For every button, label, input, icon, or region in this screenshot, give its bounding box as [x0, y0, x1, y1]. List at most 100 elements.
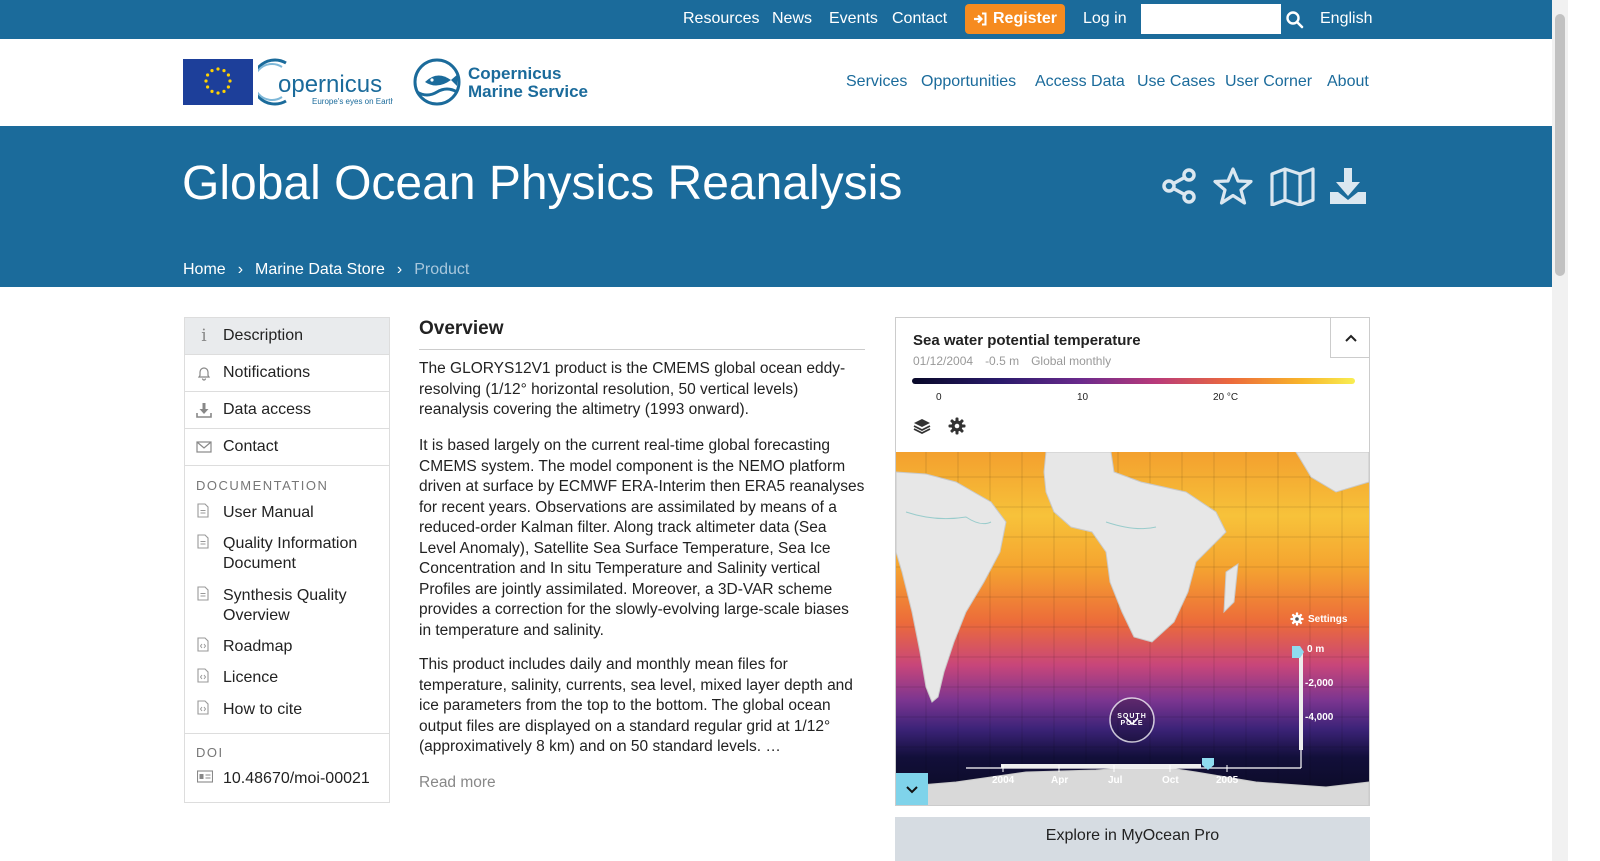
scrollbar-thumb[interactable] — [1555, 14, 1565, 276]
star-icon[interactable] — [1213, 166, 1253, 206]
sidebar-item-description[interactable]: i Description — [185, 318, 389, 355]
time-tick: 2005 — [1216, 775, 1239, 786]
product-hero: Global Ocean Physics Reanalysis Home › M… — [0, 126, 1552, 287]
doc-how-to-cite[interactable]: How to cite — [197, 700, 377, 721]
overview-heading: Overview — [419, 318, 504, 339]
doi-value[interactable]: 10.48670/moi-00021 — [196, 769, 377, 789]
sidebar-item-contact[interactable]: Contact — [185, 429, 389, 466]
map-settings-button[interactable]: Settings — [1290, 612, 1347, 626]
site-header: opernicus Europe's eyes on Earth Coperni… — [0, 39, 1552, 126]
color-scale-bar — [912, 378, 1355, 384]
document-icon — [197, 534, 223, 574]
search-icon[interactable] — [1285, 10, 1305, 30]
register-button[interactable]: Register — [965, 4, 1065, 34]
doc-licence[interactable]: Licence — [197, 668, 377, 689]
search-input[interactable] — [1141, 4, 1281, 34]
depth-tick: -4,000 — [1305, 712, 1334, 723]
chevron-down-icon — [906, 785, 918, 793]
utility-bar: Resources News Events Contact Register L… — [0, 0, 1552, 39]
documentation-heading: DOCUMENTATION — [196, 478, 329, 493]
bell-icon — [185, 365, 223, 381]
depth-tick: 0 m — [1307, 644, 1325, 655]
eu-flag-logo[interactable] — [183, 59, 253, 105]
link-news[interactable]: News — [772, 10, 812, 28]
breadcrumb: Home › Marine Data Store › Product — [183, 261, 469, 279]
chevron-right-icon: › — [396, 261, 403, 278]
doi-heading: DOI — [196, 745, 224, 760]
nav-use-cases[interactable]: Use Cases — [1137, 73, 1215, 91]
expand-map-button[interactable] — [896, 773, 928, 805]
layers-icon[interactable] — [913, 417, 931, 435]
time-tick: Jul — [1108, 775, 1123, 786]
depth-tick: -2,000 — [1305, 678, 1334, 689]
doc-roadmap[interactable]: Roadmap — [197, 637, 377, 658]
marine-service-name: Copernicus Marine Service — [468, 64, 589, 101]
code-file-icon — [197, 637, 223, 658]
doc-user-manual[interactable]: User Manual — [197, 503, 377, 524]
map-depth: -0.5 m — [985, 354, 1020, 368]
compass-label: SOUTH POLE — [1117, 713, 1147, 727]
register-label: Register — [992, 10, 1058, 27]
breadcrumb-current: Product — [414, 261, 470, 278]
overview-paragraph: It is based largely on the current real-… — [419, 437, 865, 639]
code-file-icon — [197, 668, 223, 689]
info-icon: i — [201, 326, 207, 346]
nav-opportunities[interactable]: Opportunities — [921, 73, 1016, 91]
nav-about[interactable]: About — [1327, 73, 1369, 91]
explore-myocean-button[interactable]: Explore in MyOcean Pro — [895, 817, 1370, 861]
variable-title: Sea water potential temperature — [913, 332, 1141, 349]
language-selector[interactable]: English — [1320, 10, 1372, 28]
copernicus-wordmark: opernicus — [278, 71, 382, 98]
chevron-up-icon — [1344, 334, 1357, 342]
link-contact[interactable]: Contact — [892, 10, 947, 28]
doc-quality-information[interactable]: Quality Information Document — [197, 534, 377, 574]
map-frequency: Global monthly — [1031, 354, 1112, 368]
map-icon[interactable] — [1270, 166, 1315, 206]
copernicus-tagline: Europe's eyes on Earth — [312, 97, 393, 106]
link-events[interactable]: Events — [829, 10, 878, 28]
map-legend-panel: Sea water potential temperature 01/12/20… — [896, 318, 1369, 452]
overview-paragraph: This product includes daily and monthly … — [419, 656, 853, 755]
document-icon — [197, 586, 223, 626]
time-tick: 2004 — [992, 775, 1015, 786]
gear-icon — [1290, 612, 1304, 626]
time-tick: Oct — [1162, 775, 1179, 786]
code-file-icon — [197, 700, 223, 721]
scale-tick: 0 — [936, 392, 942, 403]
link-resources[interactable]: Resources — [683, 10, 759, 28]
nav-services[interactable]: Services — [846, 73, 907, 91]
breadcrumb-marine-data-store[interactable]: Marine Data Store — [255, 261, 385, 279]
sign-in-icon — [973, 12, 987, 26]
read-more-link[interactable]: Read more — [419, 774, 496, 792]
divider — [185, 733, 389, 734]
sidebar-item-notifications[interactable]: Notifications — [185, 355, 389, 392]
breadcrumb-home[interactable]: Home — [183, 261, 226, 279]
chevron-right-icon: › — [237, 261, 244, 278]
map-date: 01/12/2004 — [913, 354, 974, 368]
envelope-icon — [185, 440, 223, 454]
map-preview-widget: Sea water potential temperature 01/12/20… — [895, 317, 1370, 806]
download-icon — [185, 402, 223, 418]
gear-icon[interactable] — [948, 417, 966, 435]
scale-tick: 10 — [1077, 392, 1089, 403]
collapse-legend-button[interactable] — [1330, 318, 1369, 358]
overview-paragraph: The GLORYS12V1 product is the CMEMS glob… — [419, 360, 846, 418]
nav-access-data[interactable]: Access Data — [1035, 73, 1125, 91]
id-card-icon — [196, 769, 223, 789]
copernicus-logo[interactable]: opernicus Europe's eyes on Earth — [258, 57, 393, 107]
document-icon — [197, 503, 223, 524]
login-link[interactable]: Log in — [1083, 10, 1127, 28]
nav-user-corner[interactable]: User Corner — [1225, 73, 1312, 91]
download-icon[interactable] — [1328, 166, 1368, 206]
share-icon[interactable] — [1160, 166, 1200, 206]
sidebar-item-data-access[interactable]: Data access — [185, 392, 389, 429]
marine-service-logo[interactable] — [411, 56, 463, 108]
time-tick: Apr — [1051, 775, 1069, 786]
page-title: Global Ocean Physics Reanalysis — [182, 157, 903, 210]
map-metadata: 01/12/2004 -0.5 m Global monthly — [913, 354, 1111, 368]
product-sidebar: i Description Notifications Data access … — [184, 317, 390, 803]
doc-synthesis-quality[interactable]: Synthesis Quality Overview — [197, 586, 377, 626]
divider — [419, 349, 865, 350]
scale-tick: 20 °C — [1213, 392, 1239, 403]
sea-temperature-map[interactable] — [896, 452, 1369, 806]
